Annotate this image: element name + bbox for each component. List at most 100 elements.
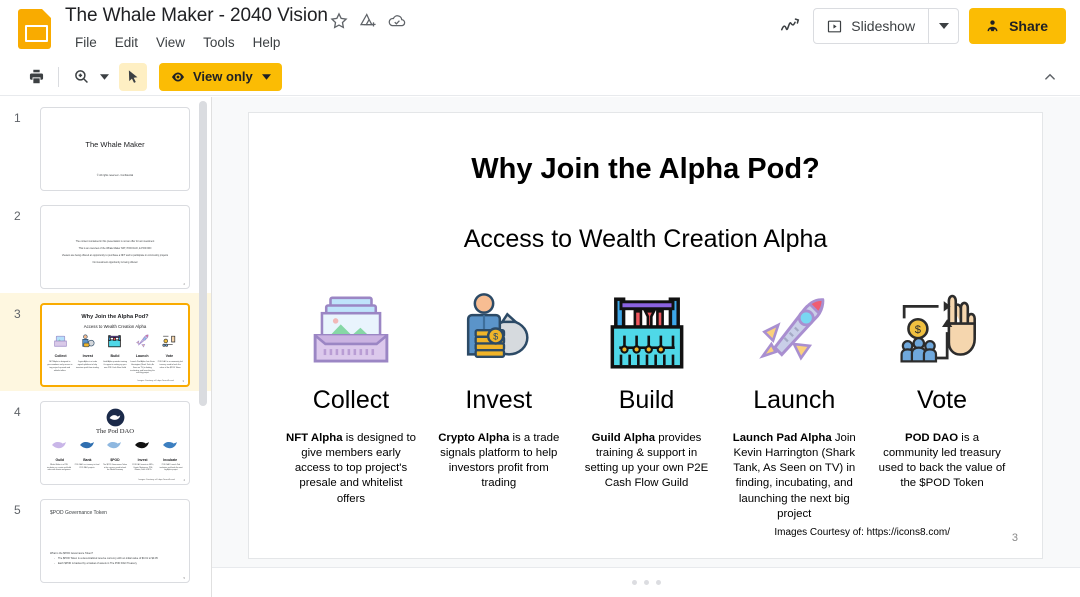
slide-number: 2 xyxy=(14,209,21,223)
toolbox-icon xyxy=(607,288,687,372)
menu-tools[interactable]: Tools xyxy=(194,32,244,53)
slide-page-number: 3 xyxy=(1011,532,1018,544)
slide-subtitle: Access to Wealth Creation Alpha xyxy=(463,225,828,253)
feature-columns: Collect NFT Alpha is designed to give me… xyxy=(285,288,1008,522)
thumb-icon-row xyxy=(42,333,188,350)
slides-app-logo xyxy=(18,9,51,49)
share-button[interactable]: Share xyxy=(969,8,1066,44)
thumb-footer: © All rights reserved - Confidential xyxy=(96,174,134,177)
feature-label: Build xyxy=(618,386,675,414)
menu-bar: File Edit View Tools Help xyxy=(66,32,289,53)
svg-text:$: $ xyxy=(493,332,498,342)
thumb-title: Why Join the Alpha Pod? xyxy=(81,314,149,320)
thumb-line-2: This is an overview of the Whale Maker N… xyxy=(78,247,152,250)
drag-dot xyxy=(655,580,661,585)
slide-thumbnail[interactable]: The content contained in this presentati… xyxy=(40,205,190,289)
slide-number: 3 xyxy=(14,307,21,321)
filmstrip-slide-3[interactable]: 3 Why Join the Alpha Pod? Access to Weal… xyxy=(0,293,211,391)
thumb-label-row: Guild Bank $POD Invest Incubate xyxy=(41,458,189,462)
activity-trend-icon[interactable] xyxy=(777,13,803,39)
thumb-label: Vote xyxy=(165,354,174,358)
toolbox-icon xyxy=(108,335,122,348)
feature-description: NFT Alpha is designed to give members ea… xyxy=(285,431,417,507)
feature-label: Launch xyxy=(753,386,836,414)
cloud-saved-icon[interactable] xyxy=(387,11,407,31)
zoom-dropdown-caret-icon[interactable] xyxy=(95,64,113,90)
share-label: Share xyxy=(1009,18,1048,34)
thumb-credit: Images Courtesy of: https://icons8.com/ xyxy=(137,380,175,382)
filmstrip-scrollbar[interactable] xyxy=(199,101,207,593)
investor-money-icon xyxy=(82,334,95,348)
thumb-desc-row: Whale Maker is a P2E incubator e.g. crea… xyxy=(41,464,189,472)
slideshow-button[interactable]: Slideshow xyxy=(814,9,928,43)
menu-edit[interactable]: Edit xyxy=(106,32,147,53)
thumb-line-3: Viewers are being offered an opportunity… xyxy=(61,254,169,257)
print-icon[interactable] xyxy=(22,63,50,91)
feature-bold-term: Launch Pad Alpha xyxy=(732,432,832,444)
select-cursor-icon[interactable] xyxy=(119,62,147,91)
view-only-button[interactable]: View only xyxy=(159,62,282,91)
slide-thumbnail[interactable]: Why Join the Alpha Pod? Access to Wealth… xyxy=(40,303,190,387)
thumb-credit: Images Courtesy of: https://icons8.com/ xyxy=(138,479,176,481)
thumb-bullet: Each $POD is backed by a basket of asset… xyxy=(54,562,183,567)
feature-label: Invest xyxy=(465,386,533,414)
feature-bold-term: POD DAO xyxy=(904,432,959,444)
whale-icon xyxy=(79,441,94,449)
star-icon[interactable] xyxy=(329,11,349,31)
feature-column-vote: $ Vote POD DAO is a community led treasu… xyxy=(876,288,1008,522)
thumb-desc: POD DAO invests in NFTs, Crypto, Metaver… xyxy=(132,464,154,472)
feature-bold-term: NFT Alpha xyxy=(286,432,343,444)
thumb-question: What is the $POD Governance Token? xyxy=(50,552,94,555)
slideshow-label: Slideshow xyxy=(851,18,916,34)
current-slide[interactable]: Why Join the Alpha Pod? Access to Wealth… xyxy=(248,112,1043,559)
drag-dot xyxy=(631,580,637,585)
investor-money-icon: $ xyxy=(459,288,539,372)
feature-description: Guild Alpha provides training & support … xyxy=(581,431,713,492)
art-collection-icon xyxy=(54,335,67,347)
thumb-line-4: No investment opportunity is being offer… xyxy=(92,261,138,264)
slide-thumbnail[interactable]: The Pod DAO Guild Bank $POD Invest Incub… xyxy=(40,401,190,485)
thumb-label: Invest xyxy=(137,458,148,462)
zoom-icon[interactable] xyxy=(67,63,95,91)
document-title[interactable]: The Whale Maker - 2040 Vision xyxy=(65,5,328,27)
menu-help[interactable]: Help xyxy=(244,32,290,53)
feature-rest-text: Join Kevin Harrington (Shark Tank, As Se… xyxy=(733,432,856,520)
slide-thumbnail[interactable]: $POD Governance Token What is the $POD G… xyxy=(40,499,190,583)
thumb-body: What is the $POD Governance Token? The $… xyxy=(50,552,183,566)
feature-column-collect: Collect NFT Alpha is designed to give me… xyxy=(285,288,417,522)
feature-bold-term: Guild Alpha xyxy=(591,432,656,444)
thumb-page-number: 4 xyxy=(183,479,185,482)
thumb-desc: NFT Alpha is designed to give members ea… xyxy=(47,361,73,372)
menu-view[interactable]: View xyxy=(147,32,194,53)
filmstrip-slide-1[interactable]: 1 The Whale Maker © All rights reserved … xyxy=(0,97,211,195)
slideshow-dropdown-caret-icon[interactable] xyxy=(928,9,958,43)
chevron-up-icon[interactable] xyxy=(1036,63,1064,91)
thumb-page-number: 2 xyxy=(183,283,185,286)
thumb-page-number: 3 xyxy=(182,380,184,383)
app-header: The Whale Maker - 2040 Vision File Edit … xyxy=(0,0,1080,58)
thumb-title: The Pod DAO xyxy=(95,428,135,435)
slide-canvas[interactable]: Why Join the Alpha Pod? Access to Wealth… xyxy=(212,97,1080,597)
thumb-label: Bank xyxy=(83,458,92,462)
filmstrip-slide-2[interactable]: 2 The content contained in this presenta… xyxy=(0,195,211,293)
slide-thumbnail[interactable]: The Whale Maker © All rights reserved - … xyxy=(40,107,190,191)
menu-file[interactable]: File xyxy=(66,32,106,53)
thumb-icon-row xyxy=(41,438,189,451)
thumb-desc: Launch Pad Alpha Join Kevin Harrington (… xyxy=(130,361,155,375)
feature-column-launch: Launch Launch Pad Alpha Join Kevin Harri… xyxy=(728,288,860,522)
move-to-drive-icon[interactable] xyxy=(358,11,378,31)
toolbar: View only xyxy=(0,58,1080,96)
thumb-bullet-list: The $POD Token is a decentralized reserv… xyxy=(50,557,183,566)
header-actions: Slideshow Share xyxy=(777,8,1066,44)
notes-pane-drag-handle[interactable] xyxy=(212,567,1080,597)
filmstrip-slide-5[interactable]: 5 $POD Governance Token What is the $POD… xyxy=(0,489,211,587)
thumb-line-1: The content contained in this presentati… xyxy=(75,240,155,243)
slide-filmstrip[interactable]: 1 The Whale Maker © All rights reserved … xyxy=(0,97,212,597)
filmstrip-slide-6[interactable]: 6 xyxy=(0,587,211,597)
slide-number: 5 xyxy=(14,503,21,517)
whale-icon xyxy=(107,441,122,449)
thumb-label-row: Collect Invest Build Launch Vote xyxy=(42,354,188,358)
scrollbar-thumb[interactable] xyxy=(199,101,207,406)
filmstrip-slide-4[interactable]: 4 The Pod DAO Guild Bank $POD Invest Inc… xyxy=(0,391,211,489)
thumb-desc: POD DAO is a treasury to fund POD DAO pr… xyxy=(74,464,100,469)
